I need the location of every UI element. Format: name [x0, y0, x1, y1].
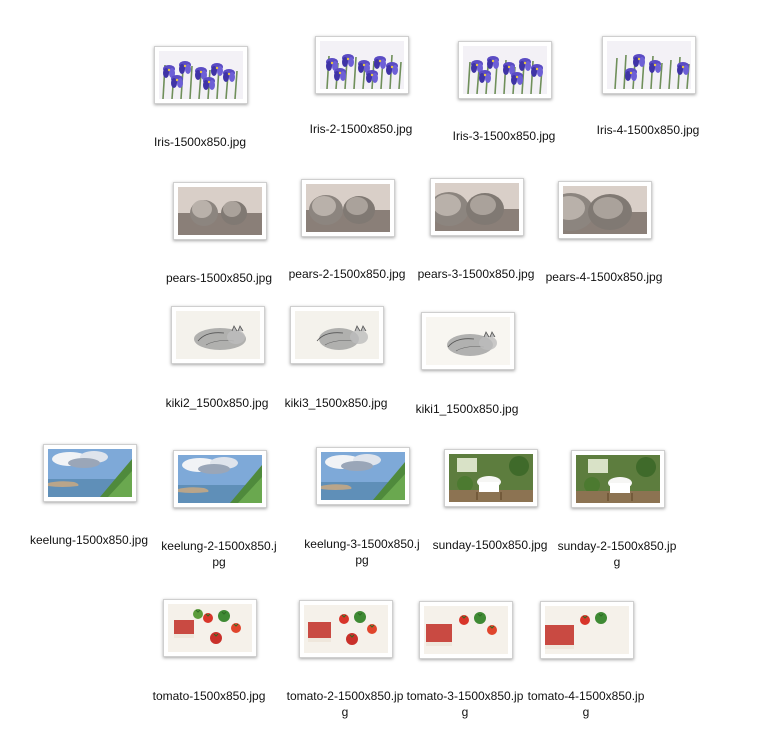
thumbnail-image	[295, 311, 379, 359]
thumbnail-image	[426, 317, 510, 365]
file-item-tomato-1500x850-jpg[interactable]: tomato-1500x850.jpg	[153, 0, 283, 703]
file-name-label[interactable]: kiki2_1500x850.jpg	[157, 395, 277, 411]
file-name-label[interactable]: tomato-2-1500x850.jpg	[285, 688, 405, 720]
thumbnail-image	[424, 606, 508, 654]
file-name-label[interactable]: keelung-3-1500x850.jpg	[302, 536, 422, 568]
thumbnail-image	[449, 454, 533, 502]
file-name-label[interactable]: kiki1_1500x850.jpg	[407, 401, 527, 417]
thumbnail-image	[321, 452, 405, 500]
thumbnail-image	[576, 455, 660, 503]
file-name-label[interactable]: pears-4-1500x850.jpg	[544, 269, 664, 285]
file-name-label[interactable]: tomato-1500x850.jpg	[149, 688, 269, 704]
thumbnail-image	[178, 455, 262, 503]
file-name-label[interactable]: kiki3_1500x850.jpg	[276, 395, 396, 411]
file-name-label[interactable]: sunday-2-1500x850.jpg	[557, 538, 677, 570]
image-thumbnail[interactable]	[301, 179, 395, 237]
image-thumbnail[interactable]	[421, 312, 515, 370]
image-thumbnail[interactable]	[444, 449, 538, 507]
thumbnail-image	[563, 186, 647, 234]
image-thumbnail[interactable]	[316, 447, 410, 505]
image-thumbnail[interactable]	[571, 450, 665, 508]
file-item-tomato-4-1500x850-jpg[interactable]: tomato-4-1500x850.jpg	[528, 0, 660, 719]
file-name-label[interactable]: sunday-1500x850.jpg	[430, 537, 550, 553]
image-thumbnail[interactable]	[419, 601, 513, 659]
thumbnail-image	[176, 311, 260, 359]
image-thumbnail[interactable]	[173, 182, 267, 240]
thumbnail-image	[304, 605, 388, 653]
file-item-tomato-2-1500x850-jpg[interactable]: tomato-2-1500x850.jpg	[287, 0, 419, 719]
image-thumbnail[interactable]	[163, 599, 257, 657]
thumbnail-image	[545, 606, 629, 654]
thumbnail-image	[168, 604, 252, 652]
file-item-tomato-3-1500x850-jpg[interactable]: tomato-3-1500x850.jpg	[407, 0, 539, 719]
image-thumbnail[interactable]	[290, 306, 384, 364]
thumbnail-image	[178, 187, 262, 235]
file-name-label[interactable]: keelung-2-1500x850.jpg	[159, 538, 279, 570]
thumbnail-image	[306, 184, 390, 232]
image-thumbnail[interactable]	[173, 450, 267, 508]
file-item-keelung-1500x850-jpg[interactable]: keelung-1500x850.jpg	[30, 0, 163, 547]
image-thumbnail[interactable]	[43, 444, 137, 502]
file-name-label[interactable]: pears-1500x850.jpg	[159, 270, 279, 286]
file-name-label[interactable]: pears-3-1500x850.jpg	[416, 266, 536, 282]
image-thumbnail[interactable]	[540, 601, 634, 659]
file-name-label[interactable]: pears-2-1500x850.jpg	[287, 266, 407, 282]
thumbnail-image	[435, 183, 519, 231]
image-thumbnail[interactable]	[299, 600, 393, 658]
image-thumbnail[interactable]	[430, 178, 524, 236]
file-name-label[interactable]: keelung-1500x850.jpg	[29, 532, 149, 548]
thumbnail-image	[48, 449, 132, 497]
file-name-label[interactable]: tomato-4-1500x850.jpg	[526, 688, 646, 720]
image-thumbnail[interactable]	[558, 181, 652, 239]
file-name-label[interactable]: tomato-3-1500x850.jpg	[405, 688, 525, 720]
image-thumbnail[interactable]	[171, 306, 265, 364]
